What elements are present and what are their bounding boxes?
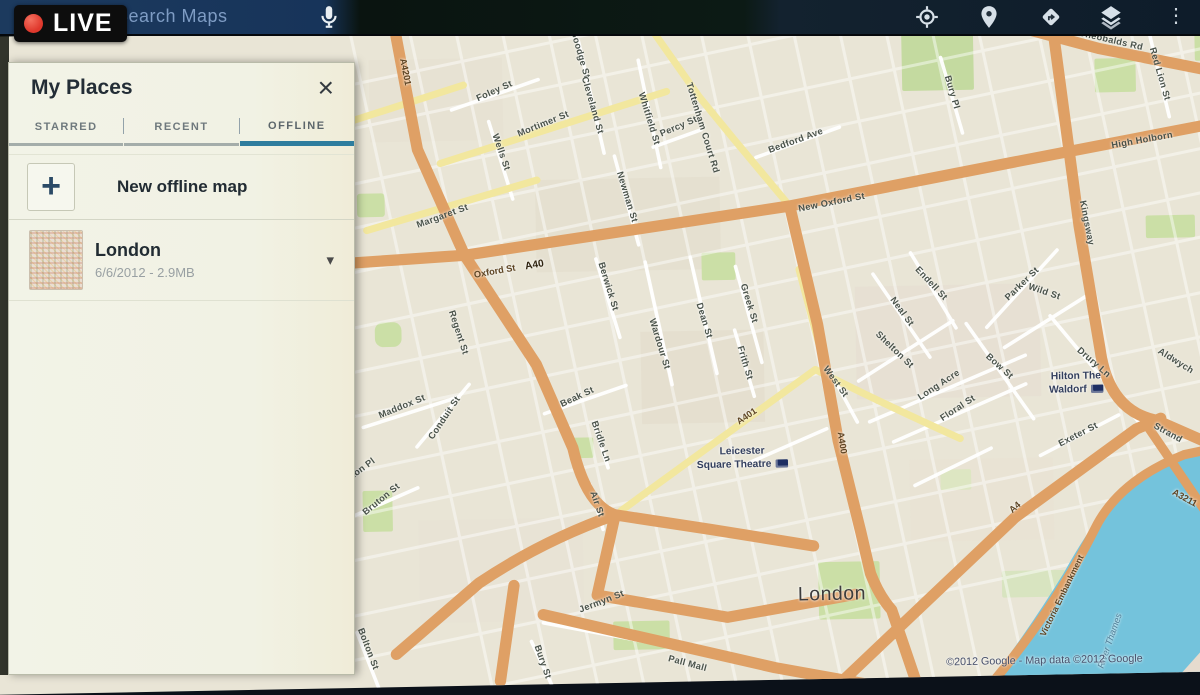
tab-recent[interactable]: RECENT [124,110,238,146]
offline-map-name: London [95,240,326,261]
panel-title: My Places [31,76,133,100]
close-icon[interactable]: × [318,76,334,100]
offline-map-info: London 6/6/2012 - 2.9MB [95,240,326,280]
live-badge: LIVE [14,5,127,42]
tab-bar: STARRED RECENT OFFLINE [9,110,354,146]
places-pin-icon[interactable] [976,4,1002,30]
panel-header: My Places × [9,63,354,108]
new-offline-map-label: New offline map [117,177,247,197]
directions-icon[interactable] [1038,4,1064,30]
search-input[interactable]: Search Maps [116,6,228,27]
plus-icon: + [41,171,61,201]
overflow-menu-icon[interactable]: ⋮ [1166,2,1186,30]
offline-map-row-london[interactable]: London 6/6/2012 - 2.9MB ▾ [9,220,354,301]
offline-map-meta: 6/6/2012 - 2.9MB [95,265,326,280]
tab-offline[interactable]: OFFLINE [240,110,354,146]
live-label: LIVE [53,9,113,38]
chevron-down-icon[interactable]: ▾ [326,251,334,269]
tab-starred[interactable]: STARRED [9,110,123,146]
layers-icon[interactable] [1098,4,1124,30]
plus-box: + [27,163,75,211]
live-dot-icon [24,14,43,33]
top-bar: Search Maps ⋮ [0,0,1200,36]
my-location-icon[interactable] [914,4,940,30]
new-offline-map-button[interactable]: + New offline map [9,154,354,220]
my-places-panel: My Places × STARRED RECENT OFFLINE + New… [8,62,355,675]
offline-map-thumbnail [29,230,83,290]
microphone-icon[interactable] [316,4,342,30]
